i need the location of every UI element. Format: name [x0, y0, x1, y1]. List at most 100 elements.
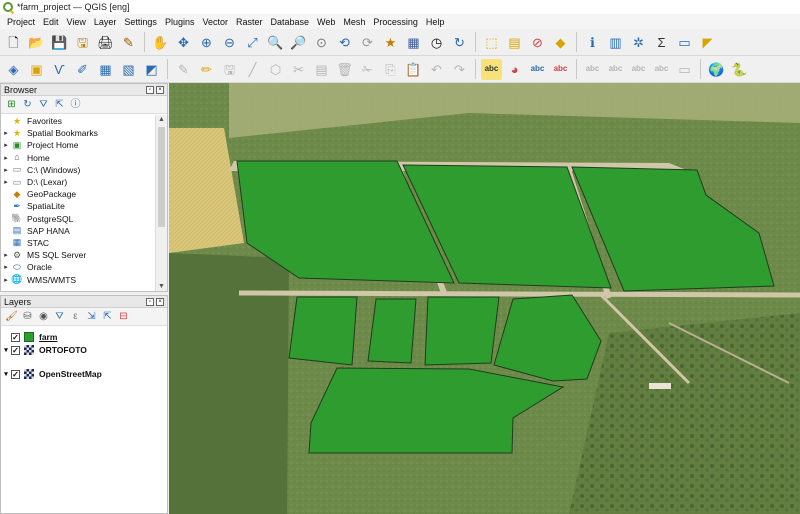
virtual-layer-icon[interactable]: ▦: [95, 59, 116, 80]
add-group-icon[interactable]: ⛁: [21, 310, 34, 323]
menu-mesh[interactable]: Mesh: [339, 17, 369, 27]
farm-field[interactable]: [367, 298, 417, 364]
browser-item-wms[interactable]: ▸ 🌐 WMS/WMTS: [1, 273, 156, 285]
filter-legend-icon[interactable]: ⛛: [53, 310, 66, 323]
browser-item-sap-hana[interactable]: ▤ SAP HANA: [1, 225, 156, 237]
menu-vector[interactable]: Vector: [198, 17, 232, 27]
digitize-icon[interactable]: Ѵ: [49, 59, 70, 80]
rotate-label-icon[interactable]: abc: [651, 59, 672, 80]
statistics-icon[interactable]: Σ: [651, 32, 672, 53]
delete-selected-icon[interactable]: 🗑: [334, 59, 355, 80]
farm-field[interactable]: [288, 296, 358, 366]
map-canvas[interactable]: [169, 83, 800, 514]
browser-item-home[interactable]: ▸ ⌂ Home: [1, 152, 156, 164]
menu-settings[interactable]: Settings: [120, 17, 161, 27]
map-canvas-svg[interactable]: [169, 83, 800, 514]
layer-diagram-icon[interactable]: ◕: [504, 59, 525, 80]
vertex-tool-icon[interactable]: ✂: [288, 59, 309, 80]
farm-field[interactable]: [424, 296, 500, 366]
browser-item-stac[interactable]: ▦ STAC: [1, 237, 156, 249]
open-project-icon[interactable]: 📂: [26, 32, 47, 53]
show-bookmarks-icon[interactable]: ▦: [403, 32, 424, 53]
browser-item-spatialite[interactable]: ✒ SpatiaLite: [1, 200, 156, 212]
show-hide-labels-icon[interactable]: abc: [605, 59, 626, 80]
add-feature-icon[interactable]: ◆: [550, 32, 571, 53]
browser-item-d-drive[interactable]: ▸ ▭ D:\ (Lexar): [1, 176, 156, 188]
menu-view[interactable]: View: [63, 17, 90, 27]
scroll-down-icon[interactable]: ▼: [158, 283, 165, 290]
layer-visibility-checkbox[interactable]: ✓: [11, 369, 20, 379]
menu-help[interactable]: Help: [422, 17, 449, 27]
menu-layer[interactable]: Layer: [90, 17, 121, 27]
collapse-all-icon[interactable]: ⇱: [101, 310, 114, 323]
add-polygon-icon[interactable]: ⬡: [265, 59, 286, 80]
float-panel-icon[interactable]: ▫: [146, 85, 154, 94]
modify-attributes-icon[interactable]: ▤: [311, 59, 332, 80]
zoom-layer-icon[interactable]: 🔎: [288, 32, 309, 53]
expand-all-icon[interactable]: ⇲: [85, 310, 98, 323]
layer-visibility-checkbox[interactable]: ✓: [11, 332, 20, 342]
copy-features-icon[interactable]: ⎘: [380, 59, 401, 80]
processing-toolbox-icon[interactable]: ✲: [628, 32, 649, 53]
browser-item-spatial-bookmarks[interactable]: ▸ ★ Spatial Bookmarks: [1, 127, 156, 139]
add-wfs-icon[interactable]: ◩: [141, 59, 162, 80]
zoom-next-icon[interactable]: ⟳: [357, 32, 378, 53]
layer-row-openstreetmap[interactable]: ▾ ✓ OpenStreetMap: [1, 368, 102, 381]
filter-by-expression-icon[interactable]: ε: [69, 310, 82, 323]
style-panel-icon[interactable]: 🖌: [5, 310, 18, 323]
redo-icon[interactable]: ↷: [449, 59, 470, 80]
pin-labels-icon[interactable]: abc: [582, 59, 603, 80]
add-selected-layers-icon[interactable]: ⊞: [5, 98, 18, 111]
layer-row-farm[interactable]: ✓ farm: [1, 331, 57, 344]
collapse-all-icon[interactable]: ⇱: [53, 98, 66, 111]
browser-item-postgresql[interactable]: 🐘 PostgreSQL: [1, 213, 156, 225]
properties-icon[interactable]: ⓘ: [69, 98, 82, 111]
attribute-table-icon[interactable]: ▥: [605, 32, 626, 53]
current-edits-icon[interactable]: ✎: [173, 59, 194, 80]
plugin-globe-icon[interactable]: 🌍: [706, 59, 727, 80]
scroll-up-icon[interactable]: ▲: [158, 116, 165, 123]
annotation-icon[interactable]: ◤: [697, 32, 718, 53]
expand-arrow-icon[interactable]: ▾: [1, 370, 11, 378]
zoom-in-icon[interactable]: ⊕: [196, 32, 217, 53]
new-geopackage-icon[interactable]: ▣: [26, 59, 47, 80]
expand-arrow-icon[interactable]: ▾: [1, 346, 11, 354]
refresh-icon[interactable]: ↻: [449, 32, 470, 53]
browser-scrollbar[interactable]: ▲ ▼: [155, 115, 167, 291]
new-project-icon[interactable]: 🗋: [3, 32, 24, 53]
close-panel-icon[interactable]: ×: [156, 297, 164, 306]
browser-item-mssql[interactable]: ▸ ⚙ MS SQL Server: [1, 249, 156, 261]
zoom-selection-icon[interactable]: 🔍: [265, 32, 286, 53]
menu-edit[interactable]: Edit: [39, 17, 63, 27]
data-source-manager-icon[interactable]: ◈: [3, 59, 24, 80]
measure-icon[interactable]: ▭: [674, 32, 695, 53]
temporal-controller-icon[interactable]: ◷: [426, 32, 447, 53]
label-toolbar-icon[interactable]: abc: [481, 58, 502, 80]
scroll-thumb[interactable]: [158, 127, 165, 227]
highlight-pinned-labels-icon[interactable]: abc: [527, 59, 548, 80]
select-by-value-icon[interactable]: ▤: [504, 32, 525, 53]
menu-raster[interactable]: Raster: [232, 17, 267, 27]
browser-item-favorites[interactable]: ★ Favorites: [1, 115, 156, 127]
deselect-icon[interactable]: ⊘: [527, 32, 548, 53]
float-panel-icon[interactable]: ▫: [146, 297, 154, 306]
refresh-icon[interactable]: ↻: [21, 98, 34, 111]
browser-item-oracle[interactable]: ▸ ⬭ Oracle: [1, 261, 156, 273]
new-bookmark-icon[interactable]: ★: [380, 32, 401, 53]
menu-web[interactable]: Web: [313, 17, 339, 27]
undo-icon[interactable]: ↶: [426, 59, 447, 80]
add-line-icon[interactable]: ╱: [242, 59, 263, 80]
browser-item-project-home[interactable]: ▸ ▣ Project Home: [1, 139, 156, 151]
menu-database[interactable]: Database: [267, 17, 314, 27]
save-project-icon[interactable]: 💾: [49, 32, 70, 53]
menu-project[interactable]: Project: [3, 17, 39, 27]
zoom-out-icon[interactable]: ⊖: [219, 32, 240, 53]
move-label-icon[interactable]: abc: [628, 59, 649, 80]
pan-map-icon[interactable]: ✋: [150, 32, 171, 53]
close-panel-icon[interactable]: ×: [156, 85, 164, 94]
save-edits-icon[interactable]: 🖫: [219, 59, 240, 80]
add-wms-icon[interactable]: ▧: [118, 59, 139, 80]
toggle-labels-icon[interactable]: abc: [550, 59, 571, 80]
change-label-icon[interactable]: ▭: [674, 59, 695, 80]
layer-visibility-checkbox[interactable]: ✓: [11, 345, 20, 355]
